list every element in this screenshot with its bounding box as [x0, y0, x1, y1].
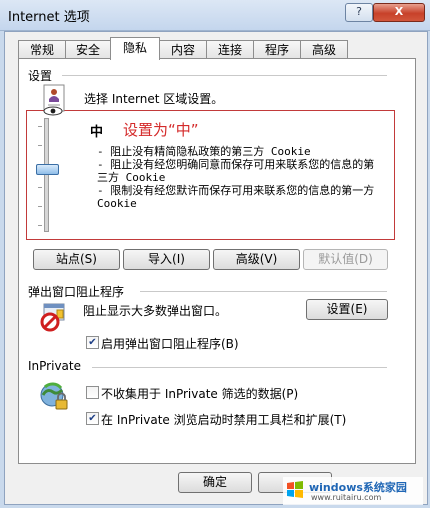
tab-advanced[interactable]: 高级 [300, 40, 348, 59]
disable-toolbars-checkbox[interactable]: ✔ [86, 412, 99, 425]
popup-blocker-separator [140, 291, 387, 292]
watermark-url: www.ruitairu.com [311, 493, 382, 502]
import-button[interactable]: 导入(I) [123, 249, 210, 270]
settings-separator [62, 75, 387, 76]
privacy-level-name: 中 [90, 125, 104, 140]
inprivate-icon [38, 380, 70, 412]
slider-tick [38, 145, 42, 146]
advanced-button[interactable]: 高级(V) [213, 249, 300, 270]
popup-blocker-heading: 弹出窗口阻止程序 [28, 285, 125, 299]
ok-button[interactable]: 确定 [178, 472, 252, 493]
default-button[interactable]: 默认值(D) [303, 249, 388, 270]
no-collect-label[interactable]: 不收集用于 InPrivate 筛选的数据(P) [101, 385, 298, 402]
popup-blocker-icon [38, 303, 68, 333]
popup-blocker-text: 阻止显示大多数弹出窗口。 [83, 304, 228, 318]
checkmark-icon: ✔ [88, 413, 97, 424]
slider-tick [38, 187, 42, 188]
privacy-level-slider-thumb[interactable] [36, 164, 59, 176]
tab-privacy[interactable]: 隐私 [110, 37, 160, 60]
zone-instruction: 选择 Internet 区域设置。 [84, 92, 224, 106]
annotation-text: 设置为“中” [123, 121, 199, 139]
inprivate-heading: InPrivate [28, 359, 81, 373]
help-button[interactable]: ? [345, 3, 373, 22]
popup-blocker-checkbox[interactable]: ✔ [86, 336, 99, 349]
sites-button[interactable]: 站点(S) [33, 249, 120, 270]
window-title: Internet 选项 [8, 10, 90, 25]
close-button[interactable]: X [373, 3, 425, 22]
tab-general[interactable]: 常规 [18, 40, 66, 59]
tab-connections[interactable]: 连接 [206, 40, 254, 59]
settings-heading: 设置 [28, 69, 53, 83]
inprivate-separator [92, 367, 387, 368]
popup-blocker-enable-label[interactable]: 启用弹出窗口阻止程序(B) [101, 335, 239, 352]
popup-settings-button[interactable]: 设置(E) [306, 299, 388, 320]
disable-toolbars-label[interactable]: 在 InPrivate 浏览启动时禁用工具栏和扩展(T) [101, 411, 346, 428]
watermark-logo: windows系统家园 www.ruitairu.com [283, 477, 423, 505]
privacy-document-icon [40, 84, 70, 116]
privacy-description-3: - 限制没有经您默许而保存可用来联系您的信息的第一方 Cookie [97, 184, 375, 210]
checkmark-icon: ✔ [88, 337, 97, 348]
tab-content[interactable]: 内容 [159, 40, 207, 59]
slider-tick [38, 225, 42, 226]
privacy-description-1: - 阻止没有精简隐私政策的第三方 Cookie [97, 145, 311, 158]
slider-tick [38, 126, 42, 127]
privacy-description-2: - 阻止没有经您明确同意而保存可用来联系您的信息的第三方 Cookie [97, 158, 375, 184]
tab-programs[interactable]: 程序 [253, 40, 301, 59]
slider-tick [38, 206, 42, 207]
no-collect-checkbox[interactable] [86, 386, 99, 399]
tab-security[interactable]: 安全 [65, 40, 111, 59]
